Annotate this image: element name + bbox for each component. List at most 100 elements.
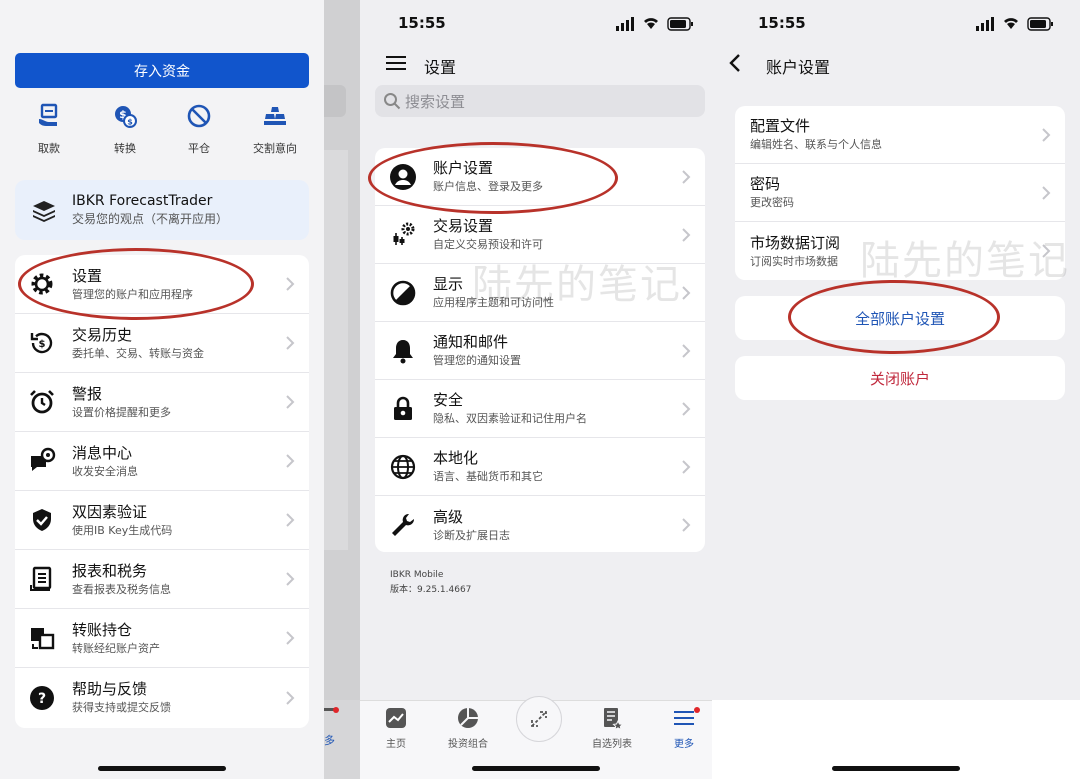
- hamburger-icon: [386, 56, 406, 70]
- chevron-right-icon: [1042, 185, 1051, 200]
- menu-item-transfer-positions[interactable]: 转账持仓 转账经纪账户资产: [15, 609, 309, 668]
- chevron-left-icon: [729, 54, 740, 72]
- settings-item-localization[interactable]: 本地化 语言、基础货币和其它: [375, 438, 705, 496]
- quick-actions: 取款 $ $ 转换 平仓 交割意向: [0, 98, 324, 160]
- account-item-title: 市场数据订阅: [750, 233, 841, 252]
- watchlist-icon: [604, 708, 624, 731]
- message-icon: [31, 447, 56, 471]
- account-item-subtitle: 编辑姓名、联系与个人信息: [750, 138, 882, 151]
- withdraw-icon: [39, 103, 58, 126]
- status-bar: 15:55: [712, 0, 1080, 46]
- chevron-right-icon: [1042, 127, 1051, 142]
- menu-item-subtitle: 收发安全消息: [72, 464, 138, 478]
- more-menu-list: 设置 管理您的账户和应用程序 $ 交易历史 委托单、交易、转账与资金 警报设置价格提…: [15, 255, 309, 728]
- hamburger-menu-button[interactable]: [385, 54, 407, 72]
- status-time: 15:55: [758, 14, 806, 32]
- settings-item-title: 高级: [433, 507, 464, 526]
- menu-item-title: 转账持仓: [72, 620, 133, 639]
- display-icon: [390, 280, 416, 305]
- account-item-profile[interactable]: 配置文件 编辑姓名、联系与个人信息: [735, 106, 1065, 164]
- forecast-trader-subtitle: 交易您的观点（不离开应用）: [72, 212, 229, 226]
- menu-item-alerts[interactable]: 警报设置价格提醒和更多: [15, 373, 309, 432]
- forecast-trader-title: IBKR ForecastTrader: [72, 193, 213, 209]
- home-indicator: [832, 766, 960, 771]
- account-item-password[interactable]: 密码 更改密码: [735, 164, 1065, 222]
- chevron-right-icon: [682, 459, 691, 474]
- svg-text:$: $: [127, 118, 133, 127]
- menu-item-subtitle: 设置价格提醒和更多: [72, 405, 171, 419]
- menu-item-settings[interactable]: 设置 管理您的账户和应用程序: [15, 255, 309, 314]
- menu-item-title: 警报: [72, 384, 103, 403]
- settings-item-subtitle: 隐私、双因素验证和记住用户名: [433, 412, 587, 425]
- account-settings-screen: 15:55 账户设置 配置文件 编辑姓名、联系与个人信息 密码 更改密码 市场数据订…: [712, 0, 1080, 779]
- svg-text:$: $: [39, 339, 46, 350]
- menu-item-reports[interactable]: 报表和税务 查看报表及税务信息: [15, 550, 309, 609]
- deposit-button[interactable]: 存入资金: [15, 53, 309, 88]
- bell-icon: [393, 339, 413, 363]
- menu-item-title: 交易历史: [72, 325, 133, 344]
- quick-action-withdraw[interactable]: 取款: [14, 98, 84, 158]
- settings-item-title: 本地化: [433, 449, 479, 467]
- menu-item-two-factor[interactable]: 双因素验证 使用IB Key生成代码: [15, 491, 309, 550]
- history-icon: $: [30, 332, 53, 354]
- menu-item-message-center[interactable]: 消息中心收发安全消息: [15, 432, 309, 491]
- menu-item-title: 消息中心: [72, 443, 133, 462]
- settings-item-subtitle: 账户信息、登录及更多: [433, 180, 543, 193]
- tab-label: 更多: [674, 739, 694, 750]
- chevron-right-icon: [682, 169, 691, 184]
- trade-fab-button[interactable]: [516, 696, 562, 742]
- quick-action-label: 取款: [38, 142, 60, 155]
- menu-item-subtitle: 使用IB Key生成代码: [72, 523, 173, 537]
- chevron-right-icon: [682, 343, 691, 358]
- tab-home[interactable]: 主页: [374, 707, 418, 750]
- chevron-right-icon: [286, 454, 295, 468]
- menu-item-help[interactable]: ? 帮助与反馈 获得支持或提交反馈: [15, 668, 309, 727]
- tab-label: 投资组合: [448, 739, 488, 750]
- home-indicator: [98, 766, 226, 771]
- status-icons: [976, 17, 1053, 31]
- home-indicator: [472, 766, 600, 771]
- chevron-right-icon: [286, 631, 295, 645]
- close-account-button[interactable]: 关闭账户: [735, 356, 1065, 400]
- status-icons: [616, 17, 693, 31]
- quick-action-label: 交割意向: [253, 142, 297, 155]
- menu-item-title: 帮助与反馈: [72, 680, 148, 698]
- tab-watchlist[interactable]: 自选列表: [586, 707, 638, 750]
- lock-icon: [394, 396, 412, 420]
- settings-item-account[interactable]: 账户设置 账户信息、登录及更多: [375, 148, 705, 206]
- menu-item-title: 设置: [72, 266, 103, 285]
- trade-settings-icon: [393, 222, 415, 245]
- transfer-icon: [31, 628, 55, 650]
- search-input[interactable]: 搜索设置: [375, 85, 705, 117]
- settings-item-subtitle: 自定义交易预设和许可: [433, 238, 543, 251]
- report-icon: [30, 566, 52, 591]
- tab-portfolio[interactable]: 投资组合: [440, 707, 496, 750]
- page-title: 账户设置: [766, 58, 831, 77]
- menu-item-subtitle: 获得支持或提交反馈: [72, 701, 171, 714]
- watermark-text: 陆先的笔记: [472, 262, 682, 308]
- tab-more[interactable]: 更多: [662, 707, 706, 750]
- settings-item-title: 通知和邮件: [433, 333, 509, 351]
- quick-action-convert[interactable]: $ $ 转换: [90, 98, 160, 158]
- forecast-trader-card[interactable]: IBKR ForecastTrader 交易您的观点（不离开应用）: [15, 180, 309, 240]
- search-icon: [384, 93, 401, 110]
- app-name: IBKR Mobile: [390, 570, 444, 580]
- back-button[interactable]: [726, 53, 746, 73]
- settings-item-advanced[interactable]: 高级 诊断及扩展日志: [375, 496, 705, 552]
- settings-list: 账户设置 账户信息、登录及更多 交易设置 自定义交易预设和许可 显示 应用程序主题和可…: [375, 148, 705, 552]
- shield-icon: [33, 509, 51, 531]
- menu-item-trade-history[interactable]: $ 交易历史 委托单、交易、转账与资金: [15, 314, 309, 373]
- settings-item-notifications[interactable]: 通知和邮件 管理您的通知设置: [375, 322, 705, 380]
- wrench-icon: [392, 513, 415, 536]
- settings-item-title: 安全: [433, 391, 464, 409]
- settings-item-security[interactable]: 安全隐私、双因素验证和记住用户名: [375, 380, 705, 438]
- quick-action-delivery[interactable]: 交割意向: [238, 98, 312, 158]
- close-position-icon: [187, 104, 211, 128]
- user-icon: [390, 163, 416, 190]
- account-item-title: 密码: [750, 175, 781, 193]
- all-account-settings-button[interactable]: 全部账户设置: [735, 296, 1065, 340]
- chevron-right-icon: [682, 285, 691, 300]
- quick-action-close-position[interactable]: 平仓: [164, 98, 234, 158]
- tab-label: 自选列表: [592, 739, 632, 750]
- quick-action-label: 转换: [114, 142, 136, 155]
